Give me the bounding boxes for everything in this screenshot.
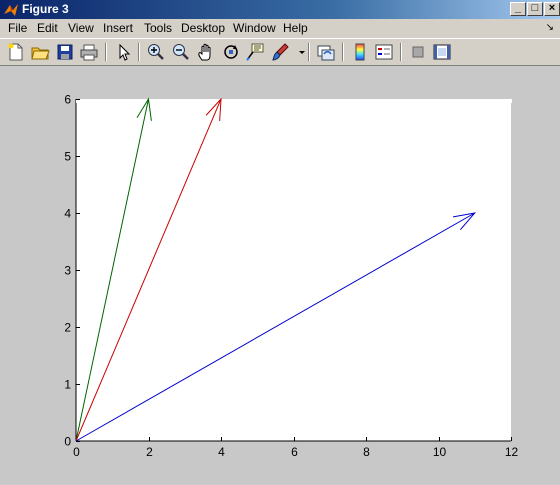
dock-figure-icon[interactable]: ↘ <box>546 22 554 33</box>
minimize-button[interactable]: _ <box>510 2 526 16</box>
maximize-button[interactable]: □ <box>527 2 543 16</box>
y-tick-label: 4 <box>64 207 71 221</box>
menu-desktop[interactable]: Desktop <box>181 21 225 36</box>
x-tick-label: 4 <box>218 445 225 459</box>
y-tick-label: 1 <box>64 378 71 392</box>
y-tick-label: 0 <box>64 435 71 449</box>
menu-help[interactable]: Help <box>283 21 308 36</box>
x-tick-label: 10 <box>433 445 447 459</box>
menu-file[interactable]: File <box>8 21 27 36</box>
menu-tools[interactable]: Tools <box>144 21 172 36</box>
print-icon[interactable] <box>79 42 99 62</box>
rotate-3d-icon[interactable] <box>221 42 241 62</box>
x-tick-label: 0 <box>73 445 80 459</box>
toolbar-separator <box>138 43 140 61</box>
matlab-logo-icon <box>4 4 18 16</box>
axes-background <box>76 99 511 441</box>
toolbar-separator <box>342 43 344 61</box>
menu-bar: File Edit View Insert Tools Desktop Wind… <box>0 19 560 38</box>
window-title: Figure 3 <box>22 2 69 16</box>
brush-icon[interactable] <box>270 42 290 62</box>
x-tick-label: 2 <box>146 445 153 459</box>
close-button[interactable]: × <box>544 2 560 16</box>
legend-icon[interactable] <box>374 42 394 62</box>
figure-toolbar <box>0 38 560 66</box>
link-plot-icon[interactable] <box>316 42 336 62</box>
hide-plot-tools-icon[interactable] <box>408 42 428 62</box>
brush-dropdown-icon[interactable] <box>292 42 305 62</box>
y-tick-label: 6 <box>64 93 71 107</box>
x-tick-label: 8 <box>363 445 370 459</box>
menu-insert[interactable]: Insert <box>103 21 133 36</box>
y-tick-label: 2 <box>64 321 71 335</box>
title-bar: Figure 3 _ □ × <box>0 0 560 19</box>
toolbar-separator <box>400 43 402 61</box>
y-tick-label: 5 <box>64 150 71 164</box>
colorbar-icon[interactable] <box>350 42 370 62</box>
open-file-icon[interactable] <box>30 42 50 62</box>
figure-canvas[interactable]: 0 2 4 6 8 10 12 0 1 2 3 4 5 6 <box>0 66 560 485</box>
x-tick-label: 6 <box>291 445 298 459</box>
toolbar-separator <box>308 43 310 61</box>
y-tick-label: 3 <box>64 264 71 278</box>
save-icon[interactable] <box>55 42 75 62</box>
quiver-plot[interactable]: 0 2 4 6 8 10 120123456 <box>0 66 560 485</box>
pan-hand-icon[interactable] <box>196 42 216 62</box>
menu-view[interactable]: View <box>68 21 94 36</box>
show-plot-tools-icon[interactable] <box>432 42 452 62</box>
toolbar-separator <box>105 43 107 61</box>
x-tick-label: 12 <box>505 445 519 459</box>
menu-window[interactable]: Window <box>233 21 276 36</box>
zoom-out-icon[interactable] <box>171 42 191 62</box>
edit-plot-arrow-icon[interactable] <box>114 42 134 62</box>
new-figure-icon[interactable] <box>6 42 26 62</box>
zoom-in-icon[interactable] <box>146 42 166 62</box>
menu-edit[interactable]: Edit <box>37 21 58 36</box>
data-cursor-icon[interactable] <box>245 42 265 62</box>
